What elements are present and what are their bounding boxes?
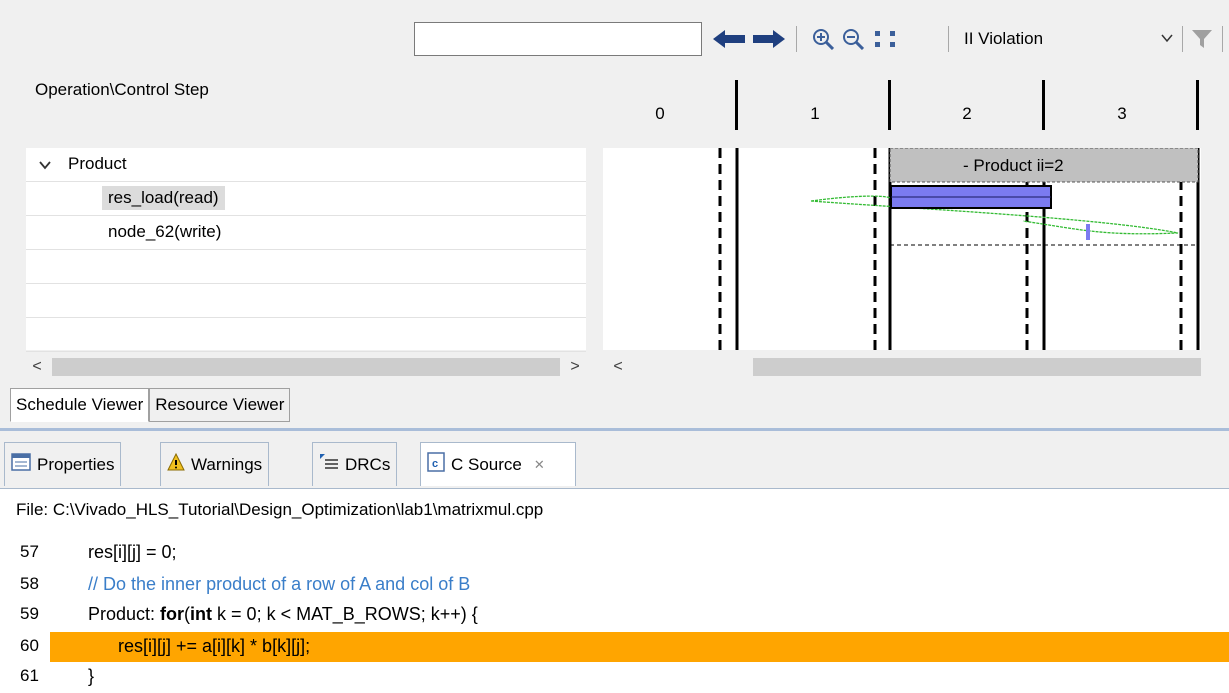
filter-icon[interactable]: [1188, 22, 1216, 56]
scroll-thumb[interactable]: [52, 358, 560, 376]
code-line[interactable]: 57 res[i][j] = 0;: [0, 538, 1229, 568]
code-comment: // Do the inner product of a row of A an…: [88, 574, 471, 594]
toolbar-separator: [1222, 26, 1223, 52]
operation-tree: Product res_load(read) node_62(write): [26, 148, 586, 352]
step-number: 1: [810, 104, 820, 123]
code-line[interactable]: 61 }: [0, 662, 1229, 692]
step-number: 0: [655, 104, 665, 123]
step-number: 3: [1117, 104, 1127, 123]
tree-empty-row: [26, 284, 586, 318]
tab-properties[interactable]: Properties: [4, 442, 122, 486]
column-header: Operation\Control Step: [35, 80, 209, 99]
step-divider: [888, 80, 891, 130]
warning-icon: [167, 452, 185, 476]
viewer-tab-strip: Schedule Viewer Resource Viewer: [10, 388, 291, 422]
zoom-in-icon[interactable]: [808, 22, 838, 56]
tab-drcs[interactable]: DRCs: [312, 442, 398, 486]
tab-label: DRCs: [345, 454, 391, 474]
scroll-left-icon[interactable]: <: [607, 354, 629, 380]
tree-hscroll[interactable]: < >: [26, 354, 586, 380]
tree-group-label: Product: [68, 154, 127, 173]
chevron-down-icon[interactable]: [38, 154, 52, 174]
toolbar-separator: [1182, 26, 1183, 52]
filter-selected-label: II Violation: [964, 29, 1044, 48]
tree-empty-row: [26, 318, 586, 352]
tree-item-row[interactable]: res_load(read): [26, 182, 586, 216]
tree-group-row[interactable]: Product: [26, 148, 586, 182]
close-icon[interactable]: ✕: [534, 457, 545, 473]
code-line[interactable]: 59 Product: for(int k = 0; k < MAT_B_ROW…: [0, 600, 1229, 630]
forward-arrow-icon[interactable]: [750, 22, 788, 56]
fit-icon[interactable]: [870, 22, 900, 56]
tab-label: Warnings: [191, 454, 263, 474]
code-text: res[i][j] = 0;: [88, 542, 177, 562]
filter-select[interactable]: II Violation: [958, 22, 1180, 56]
scroll-left-icon[interactable]: <: [26, 354, 48, 380]
line-number: 59: [20, 604, 39, 623]
line-number: 57: [20, 542, 39, 561]
tab-schedule-viewer[interactable]: Schedule Viewer: [10, 388, 150, 422]
code-line-highlighted[interactable]: 60 res[i][j] += a[i][k] * b[k][j];: [0, 632, 1229, 662]
step-divider: [1196, 80, 1199, 130]
loop-region-label: - Product ii=2: [963, 156, 1064, 175]
back-arrow-icon[interactable]: [710, 22, 748, 56]
panel-divider: [0, 428, 1229, 431]
tab-label: C Source: [451, 454, 522, 474]
line-number: 61: [20, 666, 39, 685]
file-path-label: File: C:\Vivado_HLS_Tutorial\Design_Opti…: [16, 500, 544, 519]
tree-empty-row: [26, 250, 586, 284]
step-divider: [1042, 80, 1045, 130]
zoom-out-icon[interactable]: [838, 22, 868, 56]
c-file-icon: c: [427, 452, 445, 477]
chevron-down-icon: [1160, 30, 1174, 50]
tree-item-label: res_load(read): [102, 186, 225, 210]
step-divider: [735, 80, 738, 130]
line-number: 58: [20, 574, 39, 593]
drcs-icon: [319, 453, 339, 476]
gantt-canvas: [718, 148, 1200, 350]
code-line[interactable]: 58 // Do the inner product of a row of A…: [0, 570, 1229, 600]
scroll-right-icon[interactable]: >: [564, 354, 586, 380]
view-tab-bar: Properties Warnings DRCs c C Source ✕: [0, 438, 1229, 488]
tree-item-label: node_62(write): [108, 222, 222, 241]
tab-warnings[interactable]: Warnings: [160, 442, 270, 486]
tree-item-row[interactable]: node_62(write): [26, 216, 586, 250]
search-input[interactable]: [414, 22, 702, 56]
code-text: }: [88, 666, 95, 686]
tab-label: Properties: [37, 454, 115, 474]
svg-text:c: c: [432, 458, 438, 470]
schedule-gantt: - Product ii=2: [603, 148, 1201, 350]
op-bar-node-62: [1086, 224, 1090, 240]
line-number: 60: [20, 636, 39, 655]
schedule-viewer-window: II Violation Operation\Control Step 0 1 …: [0, 0, 1229, 693]
tab-c-source[interactable]: c C Source ✕: [420, 442, 576, 486]
properties-icon: [11, 453, 31, 476]
scroll-thumb[interactable]: [753, 358, 1201, 376]
code-text: res[i][j] += a[i][k] * b[k][j];: [118, 636, 311, 656]
gantt-hscroll[interactable]: <: [603, 354, 1201, 380]
tab-resource-viewer[interactable]: Resource Viewer: [149, 388, 291, 422]
code-text: Product: for(int k = 0; k < MAT_B_ROWS; …: [88, 604, 478, 624]
toolbar-separator: [796, 26, 797, 52]
step-number: 2: [962, 104, 972, 123]
toolbar-separator: [948, 26, 949, 52]
